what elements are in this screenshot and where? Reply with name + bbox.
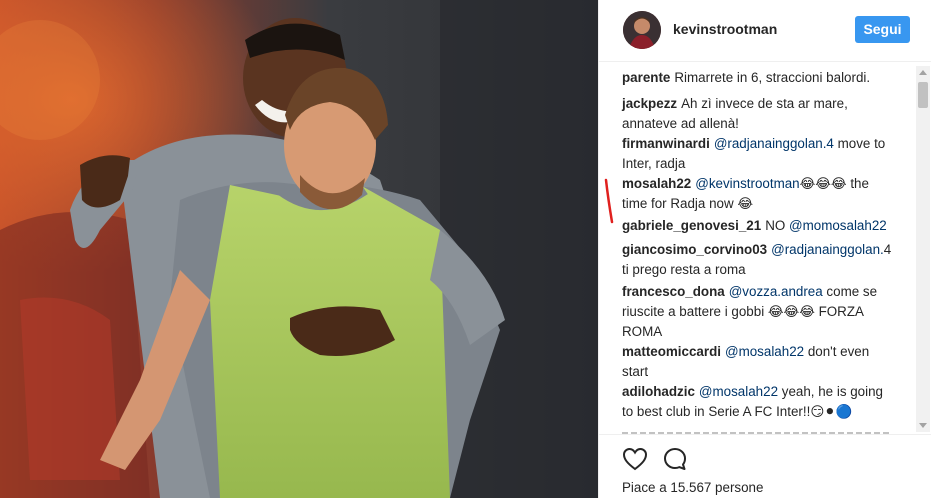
comment-item: mosalah22 @kevinstrootman😂😂😂 the time for… [622, 174, 897, 214]
comments-list[interactable]: parente Rimarrete in 6, straccioni balord… [599, 62, 919, 434]
photo-illustration [0, 0, 598, 498]
comment-mention-link[interactable]: @mosalah22 [725, 344, 804, 359]
comment-username[interactable]: jackpezz [622, 96, 677, 111]
post-photo[interactable] [0, 0, 598, 498]
comment-username[interactable]: parente [622, 70, 670, 85]
comment-item: francesco_dona @vozza.andrea come se rius… [622, 282, 897, 342]
annotation-mark [604, 178, 614, 224]
comment-item: gabriele_genovesi_21 NO @momosalah22 [622, 216, 897, 236]
likes-count[interactable]: Piace a 15.567 persone [622, 480, 763, 495]
comment-item: jackpezz Ah zì invece de sta ar mare, ann… [622, 94, 897, 134]
heart-icon[interactable] [621, 445, 649, 473]
comments-scrollbar[interactable] [916, 66, 930, 432]
avatar[interactable] [623, 11, 661, 49]
scroll-down-arrow-icon[interactable] [916, 418, 930, 432]
post-side-panel: kevinstrootman Segui parente Rimarrete in… [598, 0, 931, 498]
comment-text: NO [765, 218, 790, 233]
speech-bubble-icon[interactable] [661, 445, 689, 473]
comment-username[interactable]: adilohadzic [622, 384, 695, 399]
comment-mention-link[interactable]: @vozza.andrea [729, 284, 823, 299]
comment-mention-link[interactable]: @radjanainggolan.4 [714, 136, 834, 151]
clipped-comment-line [622, 427, 892, 434]
comment-item: matteomiccardi @mosalah22 don't even star… [622, 342, 897, 382]
scroll-up-arrow-icon[interactable] [916, 66, 930, 80]
comment-mention-link[interactable]: @radjanainggolan. [771, 242, 884, 257]
comment-item: parente Rimarrete in 6, straccioni balord… [622, 68, 897, 88]
comment-mention-link[interactable]: @mosalah22 [699, 384, 778, 399]
scrollbar-thumb[interactable] [918, 82, 928, 108]
post-actions: Piace a 15.567 persone [599, 434, 931, 498]
comment-username[interactable]: mosalah22 [622, 176, 691, 191]
comment-username[interactable]: francesco_dona [622, 284, 725, 299]
comment-username[interactable]: matteomiccardi [622, 344, 721, 359]
comment-mention-link[interactable]: @momosalah22 [789, 218, 887, 233]
comment-emoji: 😏⚫🔵 [810, 404, 853, 419]
comment-emoji: 😂 [737, 196, 754, 211]
comment-emoji: 😂😂😂 [767, 304, 815, 319]
post-username[interactable]: kevinstrootman [673, 21, 777, 37]
comment-text: Rimarrete in 6, straccioni balordi. [674, 70, 871, 85]
comment-username[interactable]: firmanwinardi [622, 136, 710, 151]
comment-item: giancosimo_corvino03 @radjanainggolan.4 t… [622, 240, 897, 280]
comment-username[interactable]: gabriele_genovesi_21 [622, 218, 761, 233]
comment-mention-link[interactable]: @kevinstrootman [695, 176, 799, 191]
avatar-image [623, 11, 661, 49]
comment-item: adilohadzic @mosalah22 yeah, he is going … [622, 382, 897, 422]
comment-item: firmanwinardi @radjanainggolan.4 move to … [622, 134, 897, 174]
comment-emoji: 😂😂😂 [799, 176, 847, 191]
post-header: kevinstrootman Segui [599, 0, 931, 62]
comment-username[interactable]: giancosimo_corvino03 [622, 242, 767, 257]
follow-button[interactable]: Segui [855, 16, 910, 43]
